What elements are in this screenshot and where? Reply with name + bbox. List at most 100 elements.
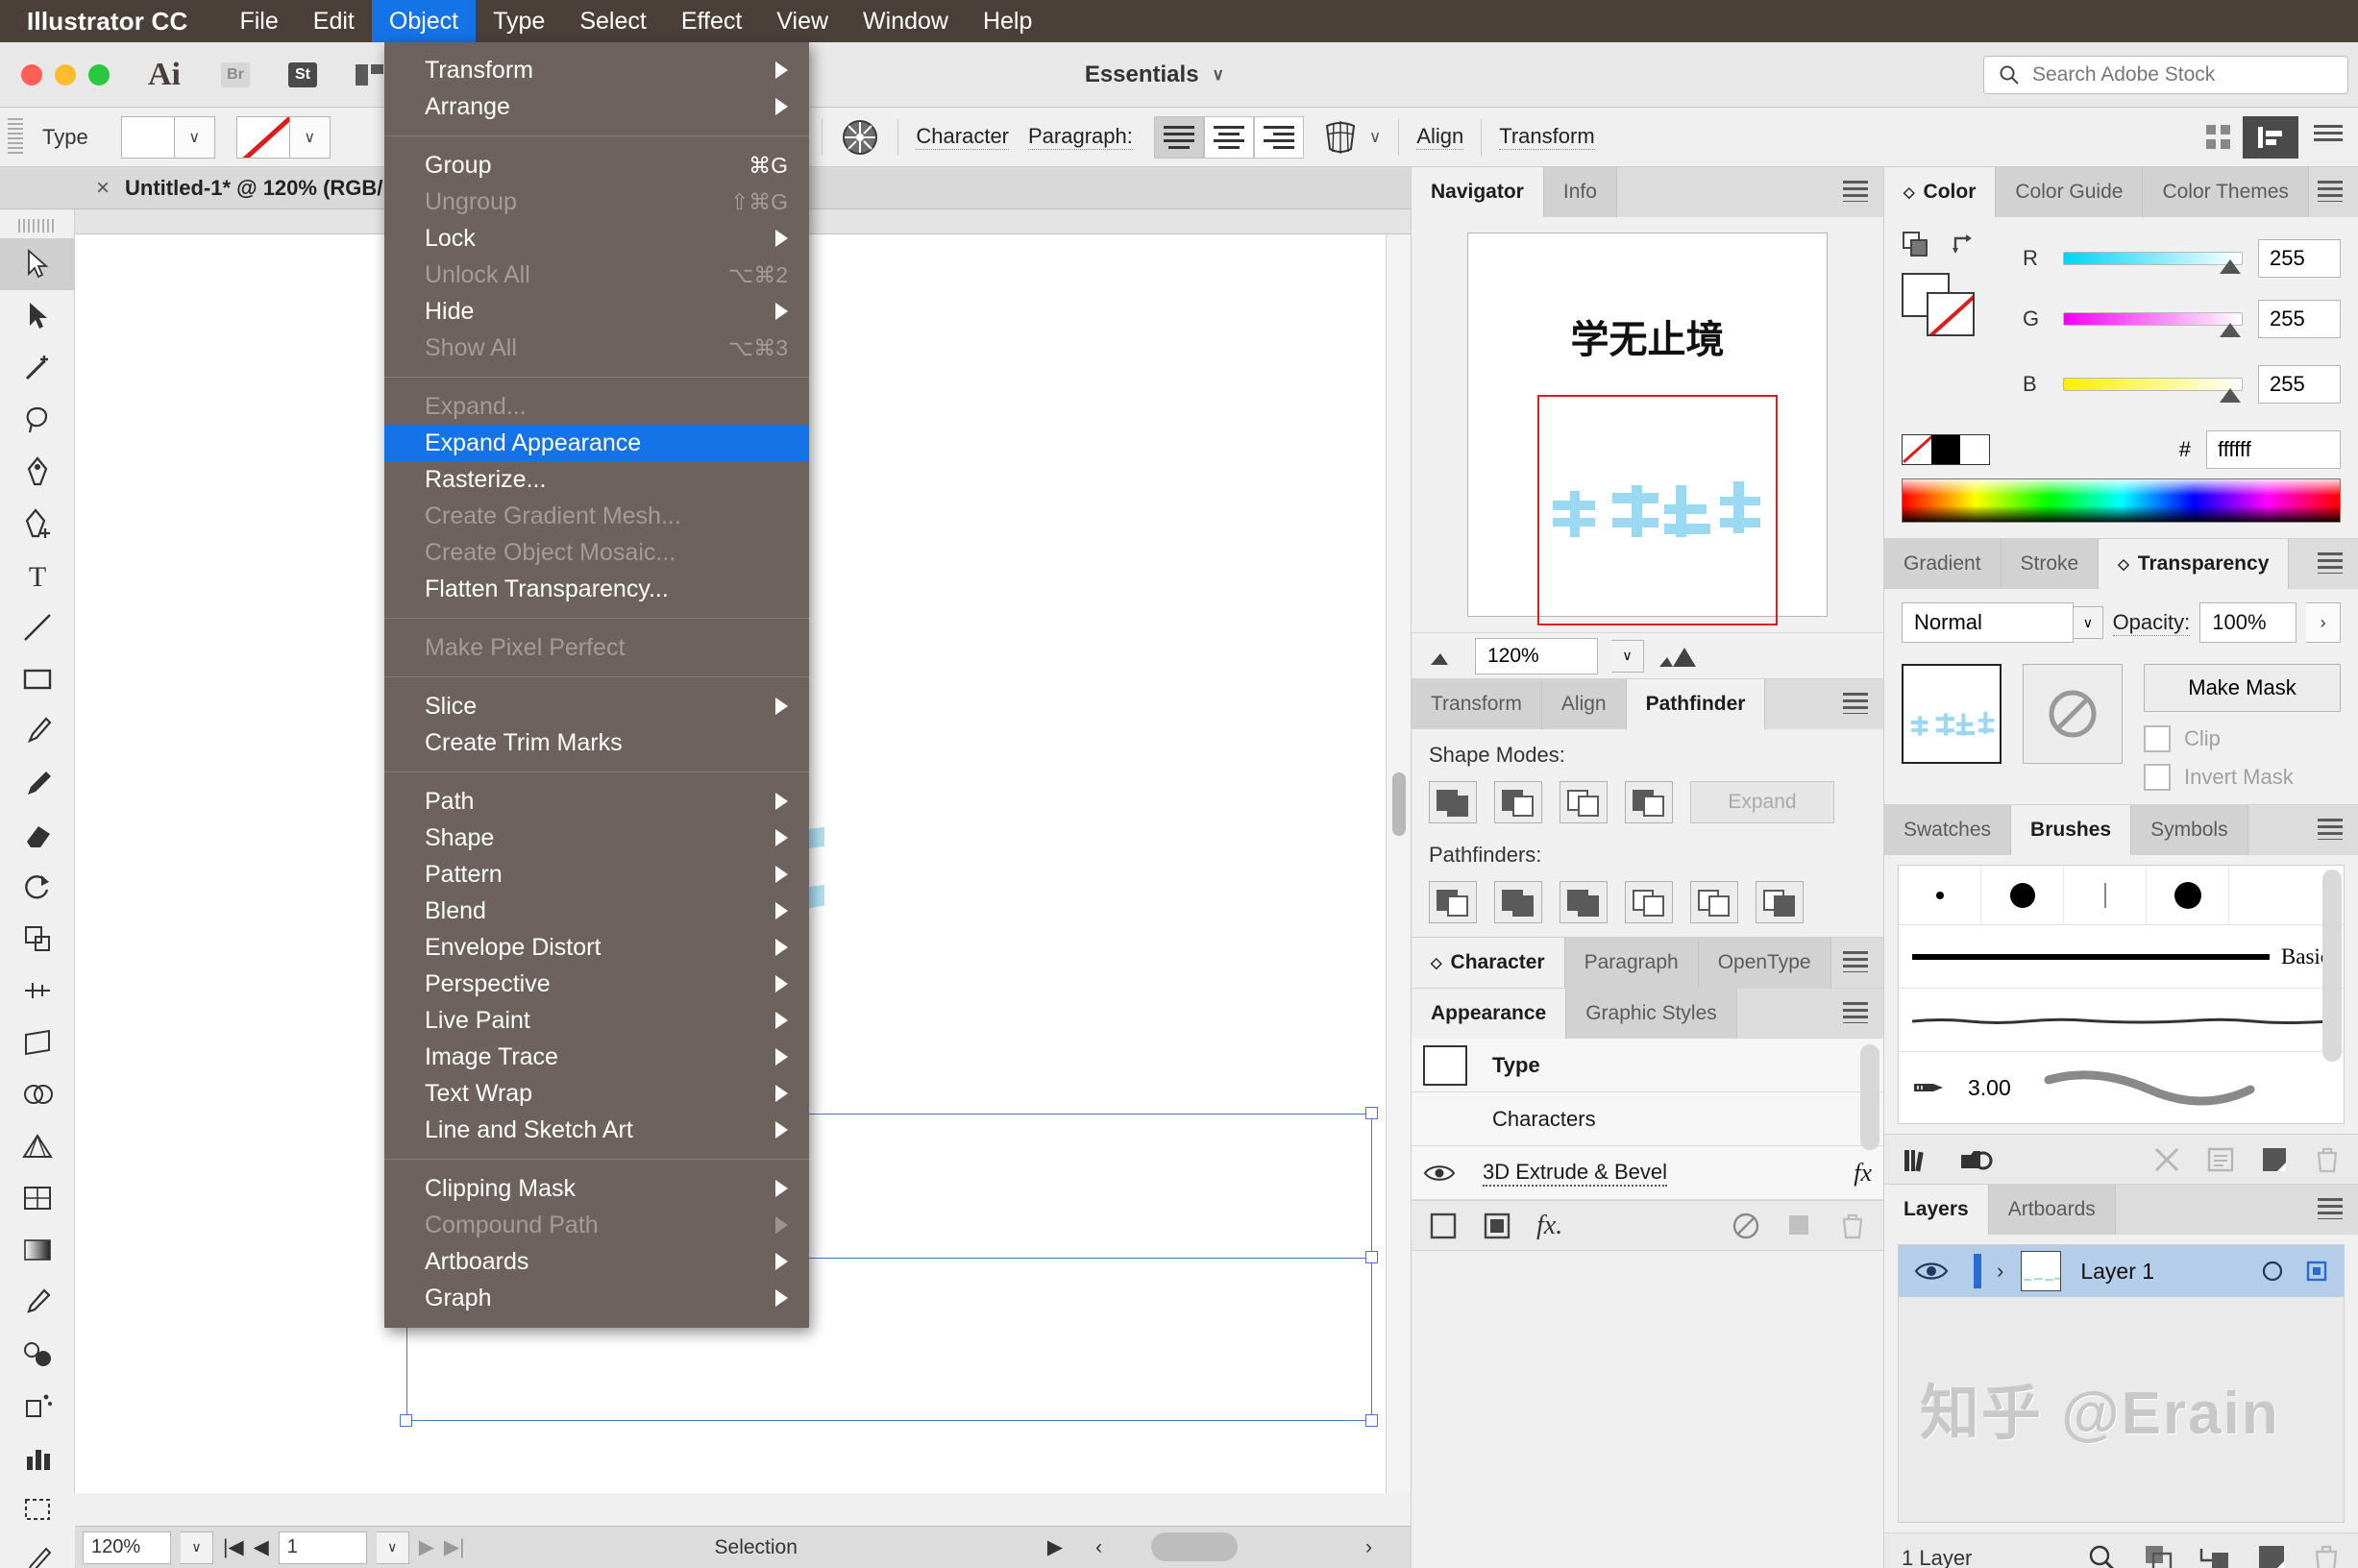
fill-color-swatch[interactable] <box>120 115 175 159</box>
color-panel-menu-icon[interactable] <box>2318 181 2343 202</box>
align-right-button[interactable] <box>1253 115 1304 159</box>
pathfinder-crop-button[interactable] <box>1625 881 1673 923</box>
tool-blend[interactable] <box>0 1328 75 1380</box>
menu-item-lock[interactable]: Lock <box>384 220 809 257</box>
horizontal-scrollbar-thumb[interactable] <box>1151 1532 1238 1561</box>
tool-type[interactable]: T <box>0 550 75 601</box>
make-clipping-mask-icon[interactable] <box>2143 1543 2174 1568</box>
appearance-row-characters[interactable]: Characters <box>1412 1092 1883 1146</box>
menu-item-group[interactable]: Group ⌘G <box>384 147 809 184</box>
first-artboard-icon[interactable]: |◀ <box>223 1535 244 1559</box>
tool-eyedropper[interactable] <box>0 1276 75 1328</box>
locate-object-icon[interactable] <box>2087 1543 2118 1568</box>
last-artboard-icon[interactable]: ▶| <box>444 1535 465 1559</box>
pathfinder-trim-button[interactable] <box>1494 881 1542 923</box>
previous-artboard-icon[interactable]: ◀ <box>254 1535 269 1559</box>
search-input[interactable]: Search Adobe Stock <box>2032 63 2215 86</box>
menu-item-envelope-distort[interactable]: Envelope Distort <box>384 929 809 966</box>
duplicate-item-icon[interactable] <box>1785 1212 1814 1240</box>
menu-edit[interactable]: Edit <box>296 0 372 42</box>
appearance-row-type[interactable]: Type <box>1412 1039 1883 1092</box>
tool-perspective-grid[interactable] <box>0 1120 75 1172</box>
brush-basic[interactable]: Basic <box>1899 925 2344 989</box>
tab-color-guide[interactable]: Color Guide <box>1996 167 2144 217</box>
tool-rotate[interactable] <box>0 861 75 913</box>
pathfinder-divide-button[interactable] <box>1429 881 1477 923</box>
control-bar-grip[interactable] <box>8 117 23 157</box>
menu-item-flatten-transparency[interactable]: Flatten Transparency... <box>384 571 809 607</box>
layers-panel-menu-icon[interactable] <box>2318 1198 2343 1219</box>
scroll-left-icon[interactable]: ‹ <box>1095 1536 1102 1559</box>
tab-paragraph[interactable]: Paragraph <box>1564 938 1699 988</box>
transparency-opacity-stepper[interactable]: › <box>2306 602 2341 643</box>
clear-appearance-icon[interactable] <box>1732 1212 1760 1240</box>
menu-item-perspective[interactable]: Perspective <box>384 966 809 1002</box>
bridge-icon[interactable]: Br <box>221 61 250 87</box>
tool-line-segment[interactable] <box>0 601 75 653</box>
hex-input[interactable]: ffffff <box>2206 430 2341 469</box>
layer-name[interactable]: Layer 1 <box>2080 1259 2154 1285</box>
tool-selection[interactable] <box>0 238 75 290</box>
blue-slider-knob[interactable] <box>2220 388 2241 403</box>
brush-dot-small[interactable] <box>1899 866 1981 924</box>
object-dropdown-menu[interactable]: Transform Arrange Group ⌘G Ungroup ⇧⌘G Lock Unl… <box>384 42 809 1328</box>
selection-handle[interactable] <box>1365 1251 1378 1263</box>
libraries-cloud-icon[interactable] <box>1959 1145 1994 1174</box>
new-brush-icon[interactable] <box>2260 1145 2289 1174</box>
default-fill-stroke-icon[interactable] <box>1902 231 1930 259</box>
red-channel-slider[interactable] <box>2063 252 2243 265</box>
pathfinder-minus-back-button[interactable] <box>1756 881 1804 923</box>
selection-handle[interactable] <box>1365 1107 1378 1119</box>
close-document-icon[interactable]: × <box>96 175 110 202</box>
character-options-link[interactable]: Character <box>916 124 1009 150</box>
brush-options-icon[interactable] <box>2206 1145 2235 1174</box>
eye-icon[interactable] <box>1423 1162 1456 1185</box>
tab-character[interactable]: ◇ Character <box>1412 938 1565 988</box>
menu-item-rasterize[interactable]: Rasterize... <box>384 461 809 498</box>
scrollbar-thumb[interactable] <box>1392 772 1406 836</box>
tool-symbol-sprayer[interactable] <box>0 1380 75 1432</box>
tab-layers[interactable]: Layers <box>1884 1185 1989 1235</box>
chevron-right-icon[interactable]: › <box>1997 1259 2003 1284</box>
align-left-button[interactable] <box>1153 115 1204 159</box>
invert-mask-checkbox[interactable] <box>2144 764 2171 791</box>
menu-item-graph[interactable]: Graph <box>384 1280 809 1316</box>
appearance-scrollbar[interactable] <box>1860 1044 1879 1150</box>
menu-item-live-paint[interactable]: Live Paint <box>384 1002 809 1039</box>
recolor-artwork-icon[interactable] <box>840 117 880 158</box>
tool-add-anchor-point[interactable] <box>0 498 75 550</box>
arrange-documents-icon[interactable] <box>356 63 383 86</box>
eye-icon[interactable] <box>1914 1259 1949 1284</box>
pathfinder-merge-button[interactable] <box>1560 881 1608 923</box>
tool-free-transform[interactable] <box>0 1017 75 1068</box>
brush-dot-large[interactable] <box>2147 866 2229 924</box>
layer-row[interactable]: › Layer 1 <box>1899 1245 2344 1297</box>
green-slider-knob[interactable] <box>2220 323 2241 337</box>
menu-item-create-trim-marks[interactable]: Create Trim Marks <box>384 724 809 761</box>
minimize-window-button[interactable] <box>55 63 76 86</box>
brush-dot-medium[interactable] <box>1981 866 2064 924</box>
appearance-row-3d-extrude[interactable]: 3D Extrude & Bevel fx <box>1412 1146 1883 1200</box>
menu-item-transform[interactable]: Transform <box>384 52 809 88</box>
tool-magic-wand[interactable] <box>0 342 75 394</box>
stroke-swatch-none[interactable] <box>1927 292 1975 336</box>
green-channel-slider[interactable] <box>2063 312 2243 326</box>
swatch-white[interactable] <box>1960 435 1989 464</box>
navigator-view-box[interactable] <box>1537 395 1778 625</box>
layers-list[interactable]: › Layer 1 知乎 @Erain <box>1898 1244 2345 1523</box>
menu-item-line-and-sketch-art[interactable]: Line and Sketch Art <box>384 1112 809 1148</box>
tool-column-graph[interactable] <box>0 1432 75 1483</box>
brushes-panel-menu-icon[interactable] <box>2318 819 2343 840</box>
menu-item-path[interactable]: Path <box>384 783 809 820</box>
fill-stroke-selector[interactable] <box>1902 273 1975 336</box>
menu-item-expand-appearance[interactable]: Expand Appearance <box>384 425 809 461</box>
tab-opentype[interactable]: OpenType <box>1698 938 1831 988</box>
selection-indicator-icon[interactable] <box>2305 1260 2328 1283</box>
navigator-zoom-chevron-down-icon[interactable]: ∨ <box>1611 639 1644 673</box>
brush-thin-line[interactable] <box>2064 866 2147 924</box>
menu-item-arrange[interactable]: Arrange <box>384 88 809 125</box>
menu-item-hide[interactable]: Hide <box>384 293 809 330</box>
align-panel-toggle-icon[interactable] <box>2243 115 2298 159</box>
document-tab-title[interactable]: Untitled-1* @ 120% (RGB/ <box>125 176 382 201</box>
tab-artboards[interactable]: Artboards <box>1988 1185 2116 1235</box>
